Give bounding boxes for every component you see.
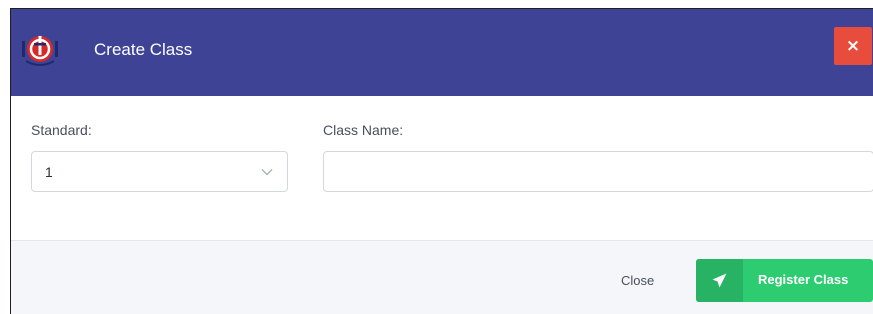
modal-body: Standard: 1 Class Name: [11,96,873,240]
modal-footer: Close Register Class [11,240,873,314]
paper-plane-icon [712,273,727,288]
close-icon[interactable]: × [834,27,872,65]
standard-select[interactable]: 1 [31,151,288,192]
close-button[interactable]: Close [621,273,654,289]
school-logo-icon [22,36,58,66]
class-name-label: Class Name: [323,122,404,138]
standard-selected-value: 1 [45,164,53,180]
register-icon-box [696,259,743,302]
class-name-input[interactable] [323,151,873,192]
register-class-button[interactable]: Register Class [696,259,873,302]
chevron-down-icon [261,169,273,176]
standard-label: Standard: [31,122,92,138]
modal-title: Create Class [94,40,193,59]
create-class-modal: Create Class × Standard: 1 Class Name: C… [10,8,873,314]
modal-header: Create Class × [11,9,873,96]
register-class-label: Register Class [758,272,849,287]
